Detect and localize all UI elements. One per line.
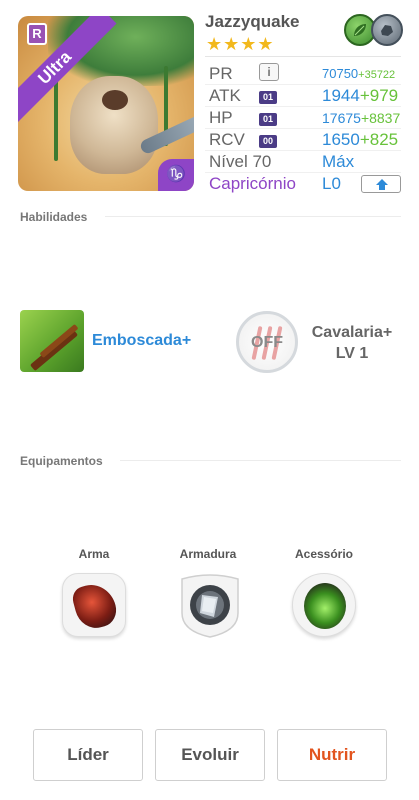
atk-bonus: +979	[359, 86, 399, 105]
row-divider	[205, 106, 401, 107]
arrow-up-stem	[379, 184, 385, 190]
hp-label: HP	[209, 108, 233, 127]
section-divider	[105, 216, 401, 217]
active-skill-name[interactable]: Emboscada+	[92, 332, 191, 350]
zodiac-level: L0	[322, 174, 341, 193]
accessory-icon	[304, 583, 346, 629]
armor-slot[interactable]	[178, 573, 242, 638]
rcv-label: RCV	[209, 130, 245, 149]
armor-slot-label: Armadura	[179, 547, 237, 561]
header-divider	[205, 56, 401, 57]
feed-button[interactable]: Nutrir	[277, 729, 387, 781]
hp-plus-badge: 01	[259, 113, 277, 126]
passive-skill-name: Cavalaria+	[311, 324, 393, 341]
section-divider	[120, 460, 401, 461]
skill-arrow-shape	[39, 323, 79, 359]
passive-skill-text[interactable]: Cavalaria+ LV 1	[306, 322, 398, 364]
weapon-slot-label: Arma	[78, 547, 110, 561]
rcv-base: 1650	[322, 130, 360, 149]
passive-skill-level: LV 1	[335, 345, 369, 362]
evolve-button[interactable]: Evoluir	[155, 729, 265, 781]
equipment-section-title: Equipamentos	[20, 454, 103, 468]
hp-base: 17675	[322, 110, 361, 126]
ambush-skill-icon[interactable]	[20, 310, 84, 372]
leader-button[interactable]: Líder	[33, 729, 143, 781]
atk-label: ATK	[209, 86, 241, 105]
star-rating: ★★★★	[206, 34, 275, 54]
level-value: Máx	[322, 152, 355, 171]
accessory-slot[interactable]	[292, 573, 356, 637]
atk-plus-badge: 01	[259, 91, 277, 104]
rarity-r-icon: R	[27, 23, 47, 45]
pr-label: PR	[209, 64, 233, 83]
rcv-bonus: +825	[359, 130, 399, 149]
upgrade-arrow-button[interactable]	[361, 175, 401, 193]
pr-value: 70750+35722	[322, 66, 395, 81]
rcv-value: 1650+825	[322, 130, 398, 150]
pr-base: 70750	[322, 66, 359, 81]
info-icon[interactable]: i	[259, 63, 279, 81]
hp-bonus: +8837	[360, 110, 401, 126]
rcv-plus-badge: 00	[259, 135, 277, 148]
row-divider	[205, 84, 401, 85]
passive-off-label: OFF	[251, 334, 283, 351]
weapon-slot[interactable]	[62, 573, 126, 637]
monster-portrait[interactable]: Ultra R ♑	[18, 16, 194, 191]
accessory-slot-label: Acessório	[294, 547, 354, 561]
armor-icon	[181, 574, 239, 638]
row-divider	[205, 128, 401, 129]
pr-bonus: +35722	[358, 69, 396, 81]
hp-value: 17675+8837	[322, 110, 400, 126]
monster-name: Jazzyquake	[205, 12, 300, 31]
atk-base: 1944	[322, 86, 360, 105]
weapon-icon	[69, 579, 121, 633]
portrait-face	[102, 90, 128, 110]
level-label: Nível 70	[209, 152, 272, 171]
rock-icon	[371, 14, 403, 46]
passive-skill-icon[interactable]: OFF	[236, 311, 298, 373]
skill-arrow-shape	[29, 328, 79, 372]
atk-value: 1944+979	[322, 86, 398, 106]
row-divider	[205, 150, 401, 151]
skills-section-title: Habilidades	[20, 210, 88, 224]
zodiac-sign-label: Capricórnio	[209, 174, 296, 193]
capricorn-icon: ♑	[158, 159, 194, 191]
row-divider	[205, 172, 401, 173]
